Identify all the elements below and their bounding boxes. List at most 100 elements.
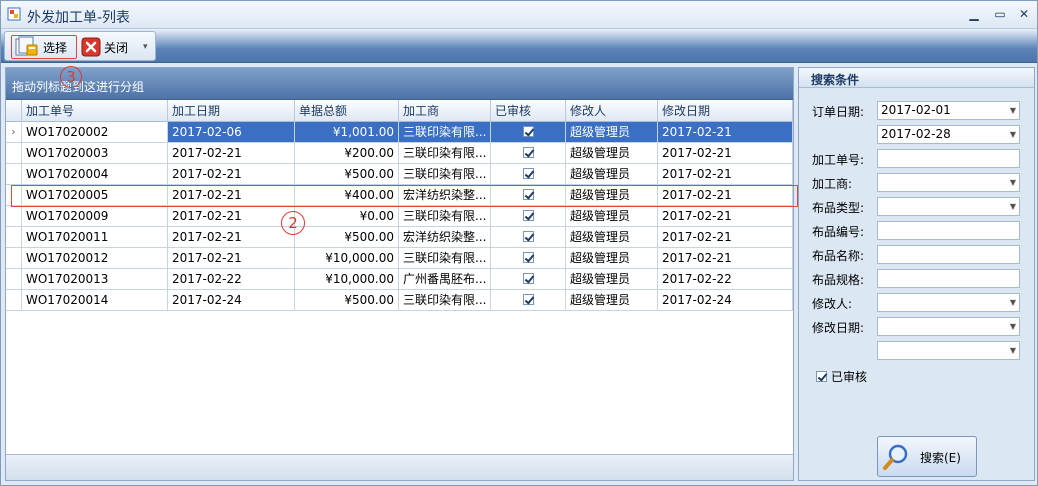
dropdown-arrow-icon[interactable]: ▼ [1010,294,1016,311]
column-header-mod-date[interactable]: 修改日期 [658,100,793,122]
dropdown-arrow-icon[interactable]: ▼ [1010,102,1016,119]
group-by-panel[interactable]: 拖动列标题到这进行分组 [6,68,793,100]
cell-date[interactable]: 2017-02-06 [168,122,295,143]
vendor-select[interactable]: ▼ [877,173,1020,192]
dropdown-arrow-icon[interactable]: ▼ [1010,126,1016,143]
column-header-order-no[interactable]: 加工单号 [22,100,168,122]
cell-order-no[interactable]: WO17020004 [22,164,168,185]
audited-filter[interactable]: 已审核 [816,368,867,385]
cell-audited[interactable] [491,248,566,269]
cell-total[interactable]: ¥500.00 [295,290,399,311]
cell-total[interactable]: ¥500.00 [295,227,399,248]
row-indicator[interactable] [6,164,22,185]
cell-total[interactable]: ¥0.00 [295,206,399,227]
audited-checkbox[interactable] [522,294,534,305]
cell-mod-date[interactable]: 2017-02-24 [658,290,793,311]
cell-modifier[interactable]: 超级管理员 [566,122,658,143]
audited-checkbox[interactable] [816,371,827,382]
cell-modifier[interactable]: 超级管理员 [566,143,658,164]
audited-checkbox[interactable] [522,231,534,242]
row-indicator[interactable]: › [6,122,22,143]
cell-mod-date[interactable]: 2017-02-21 [658,206,793,227]
cell-total[interactable]: ¥200.00 [295,143,399,164]
row-indicator[interactable] [6,206,22,227]
order-date-to-input[interactable]: 2017-02-28 ▼ [877,125,1020,144]
cell-date[interactable]: 2017-02-21 [168,185,295,206]
cell-audited[interactable] [491,227,566,248]
fabric-name-input[interactable] [877,245,1020,264]
fabric-spec-input[interactable] [877,269,1020,288]
cell-vendor[interactable]: 三联印染有限... [399,164,491,185]
fabric-code-input[interactable] [877,221,1020,240]
cell-date[interactable]: 2017-02-21 [168,206,295,227]
cell-vendor[interactable]: 三联印染有限... [399,248,491,269]
column-header-vendor[interactable]: 加工商 [399,100,491,122]
audited-checkbox[interactable] [522,273,534,284]
mod-date-to-input[interactable]: ▼ [877,341,1020,360]
row-indicator[interactable] [6,185,22,206]
cell-mod-date[interactable]: 2017-02-21 [658,185,793,206]
table-row[interactable]: WO17020014 2017-02-24 ¥500.00 三联印染有限... 超级管理… [6,290,793,311]
cell-audited[interactable] [491,185,566,206]
cell-audited[interactable] [491,290,566,311]
cell-vendor[interactable]: 广州番禺胚布... [399,269,491,290]
table-row[interactable]: WO17020012 2017-02-21 ¥10,000.00 三联印染有限... 超… [6,248,793,269]
audited-checkbox[interactable] [522,210,534,221]
close-button[interactable]: 关闭 [81,35,141,59]
audited-checkbox[interactable] [522,189,534,200]
table-row[interactable]: WO17020009 2017-02-21 ¥0.00 三联印染有限... 超级管理员 2… [6,206,793,227]
cell-modifier[interactable]: 超级管理员 [566,164,658,185]
cell-date[interactable]: 2017-02-22 [168,269,295,290]
cell-mod-date[interactable]: 2017-02-21 [658,122,793,143]
cell-vendor[interactable]: 宏洋纺织染整... [399,185,491,206]
maximize-button[interactable]: ▭ [989,5,1011,23]
cell-vendor[interactable]: 三联印染有限... [399,143,491,164]
order-no-input[interactable] [877,149,1020,168]
column-header-total[interactable]: 单据总额 [295,100,399,122]
cell-vendor[interactable]: 三联印染有限... [399,122,491,143]
dropdown-arrow-icon[interactable]: ▼ [1010,198,1016,215]
table-row[interactable]: WO17020005 2017-02-21 ¥400.00 宏洋纺织染整... 超级管理… [6,185,793,206]
cell-total[interactable]: ¥1,001.00 [295,122,399,143]
modifier-select[interactable]: ▼ [877,293,1020,312]
cell-vendor[interactable]: 三联印染有限... [399,206,491,227]
toolbar-dropdown-icon[interactable]: ▾ [143,42,148,52]
cell-order-no[interactable]: WO17020009 [22,206,168,227]
cell-audited[interactable] [491,206,566,227]
cell-modifier[interactable]: 超级管理员 [566,290,658,311]
dropdown-arrow-icon[interactable]: ▼ [1010,318,1016,335]
cell-date[interactable]: 2017-02-24 [168,290,295,311]
row-indicator[interactable] [6,290,22,311]
cell-modifier[interactable]: 超级管理员 [566,248,658,269]
cell-total[interactable]: ¥400.00 [295,185,399,206]
cell-date[interactable]: 2017-02-21 [168,248,295,269]
cell-mod-date[interactable]: 2017-02-21 [658,248,793,269]
table-row[interactable]: WO17020011 2017-02-21 ¥500.00 宏洋纺织染整... 超级管理… [6,227,793,248]
row-indicator[interactable] [6,269,22,290]
cell-vendor[interactable]: 宏洋纺织染整... [399,227,491,248]
cell-mod-date[interactable]: 2017-02-22 [658,269,793,290]
row-indicator[interactable] [6,227,22,248]
cell-audited[interactable] [491,269,566,290]
audited-checkbox[interactable] [522,168,534,179]
cell-audited[interactable] [491,143,566,164]
table-row[interactable]: WO17020003 2017-02-21 ¥200.00 三联印染有限... 超级管理… [6,143,793,164]
table-row[interactable]: › WO17020002 2017-02-06 ¥1,001.00 三联印染有限... 超… [6,122,793,143]
order-date-from-input[interactable]: 2017-02-01 ▼ [877,101,1020,120]
cell-modifier[interactable]: 超级管理员 [566,269,658,290]
cell-audited[interactable] [491,164,566,185]
column-header-audited[interactable]: 已审核 [491,100,566,122]
cell-modifier[interactable]: 超级管理员 [566,185,658,206]
cell-audited[interactable] [491,122,566,143]
cell-date[interactable]: 2017-02-21 [168,227,295,248]
cell-date[interactable]: 2017-02-21 [168,143,295,164]
cell-vendor[interactable]: 三联印染有限... [399,290,491,311]
close-window-button[interactable]: ✕ [1013,5,1035,23]
select-button[interactable]: 选择 [11,35,77,59]
minimize-button[interactable]: ▁ [963,5,985,23]
cell-modifier[interactable]: 超级管理员 [566,206,658,227]
cell-order-no[interactable]: WO17020005 [22,185,168,206]
fabric-type-select[interactable]: ▼ [877,197,1020,216]
audited-checkbox[interactable] [522,252,534,263]
cell-date[interactable]: 2017-02-21 [168,164,295,185]
